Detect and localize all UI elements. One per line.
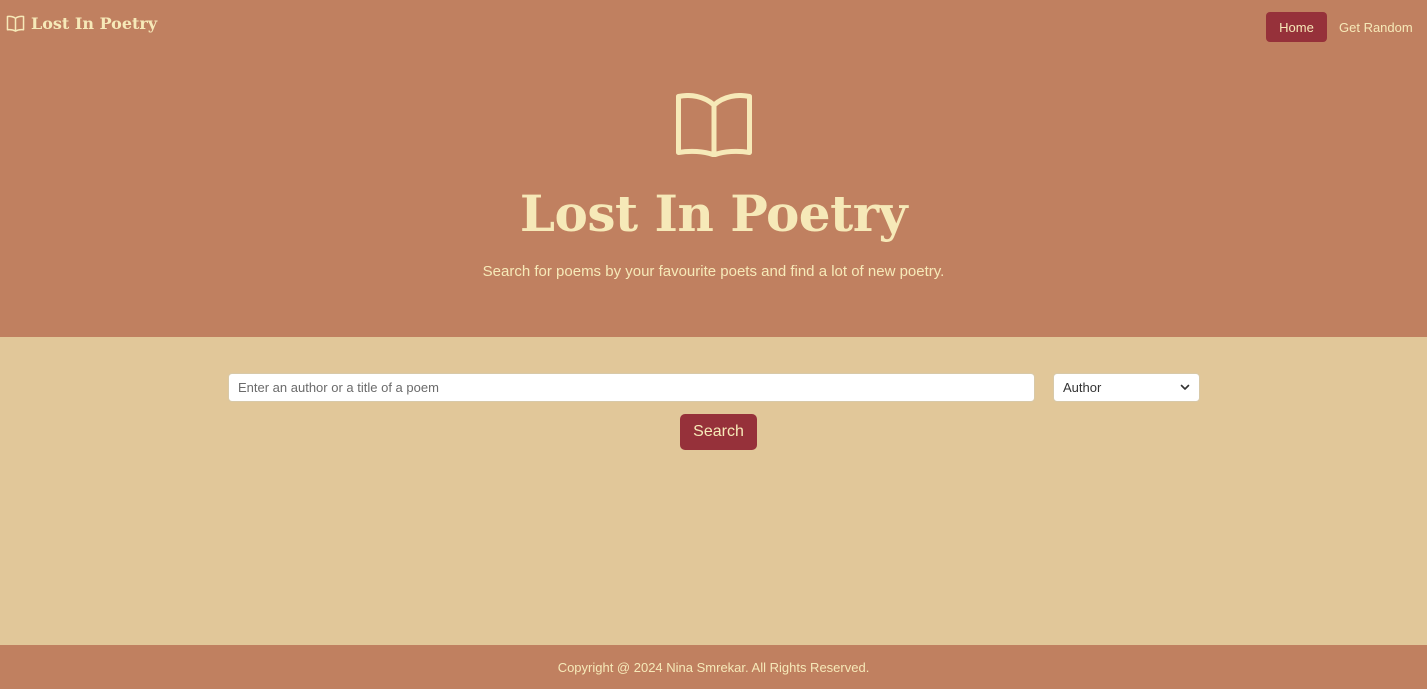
- search-input[interactable]: [228, 373, 1035, 402]
- copyright-text: Copyright @ 2024 Nina Smrekar. All Right…: [557, 659, 870, 675]
- hero-section: Lost In Poetry Home Get Random Lost In P…: [0, 0, 1427, 337]
- page-subtitle: Search for poems by your favourite poets…: [482, 263, 945, 280]
- book-icon: [675, 93, 753, 157]
- footer: Copyright @ 2024 Nina Smrekar. All Right…: [0, 645, 1427, 689]
- search-filter-select[interactable]: Author: [1053, 373, 1200, 402]
- brand-label: Lost In Poetry: [31, 14, 158, 33]
- chevron-down-icon: [1180, 384, 1190, 391]
- navbar: Lost In Poetry Home Get Random: [0, 0, 1427, 52]
- search-filter-value: Author: [1063, 380, 1102, 395]
- search-button[interactable]: Search: [680, 414, 757, 450]
- brand-link[interactable]: Lost In Poetry: [6, 14, 157, 33]
- page-title: Lost In Poetry: [519, 184, 908, 243]
- nav-get-random-link[interactable]: Get Random: [1339, 12, 1413, 42]
- book-icon: [6, 15, 25, 32]
- nav-home-link[interactable]: Home: [1266, 12, 1327, 42]
